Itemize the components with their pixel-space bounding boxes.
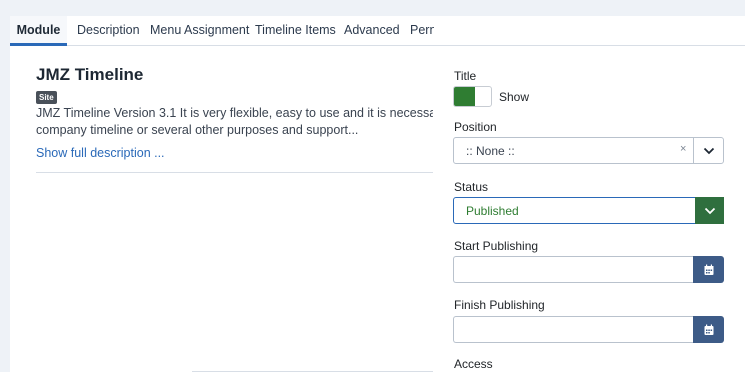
status-label: Status — [454, 180, 489, 194]
position-value: :: None :: — [466, 144, 515, 158]
position-dropdown-toggle[interactable] — [693, 138, 723, 163]
start-publishing-calendar-button[interactable] — [693, 256, 724, 283]
site-badge: Site — [36, 91, 57, 104]
start-publishing-input[interactable] — [453, 256, 694, 283]
status-value: Published — [466, 204, 519, 218]
module-edit-panel: Module Description Menu Assignment Timel… — [10, 16, 745, 372]
finish-publishing-calendar-button[interactable] — [693, 316, 724, 343]
tab-advanced[interactable]: Advanced — [344, 16, 400, 46]
module-description: JMZ Timeline Version 3.1 It is very flex… — [36, 105, 433, 139]
status-select[interactable]: Published — [453, 197, 724, 224]
position-label: Position — [454, 120, 497, 134]
start-publishing-label: Start Publishing — [454, 239, 539, 253]
toggle-show-text: Show — [499, 90, 530, 104]
toggle-on-indicator — [454, 87, 475, 106]
tab-module[interactable]: Module — [10, 16, 67, 46]
position-select[interactable]: :: None :: × — [453, 137, 724, 164]
tab-description[interactable]: Description — [77, 16, 140, 46]
tab-menu-assignment[interactable]: Menu Assignment — [150, 16, 249, 46]
tab-timeline-items[interactable]: Timeline Items — [255, 16, 336, 46]
divider — [36, 172, 433, 173]
calendar-icon — [704, 264, 713, 275]
chevron-down-icon — [704, 207, 715, 214]
access-label: Access — [454, 357, 493, 371]
module-title: JMZ Timeline — [36, 65, 144, 84]
title-label: Title — [454, 69, 477, 83]
finish-publishing-input[interactable] — [453, 316, 694, 343]
description-line-1: JMZ Timeline Version 3.1 It is very flex… — [36, 106, 433, 120]
finish-publishing-label: Finish Publishing — [454, 298, 545, 312]
calendar-icon — [704, 324, 713, 335]
description-line-2: company timeline or several other purpos… — [36, 123, 359, 137]
show-full-description-link[interactable]: Show full description ... — [36, 146, 165, 160]
status-dropdown-toggle[interactable] — [695, 197, 724, 224]
clear-icon[interactable]: × — [680, 143, 686, 155]
tab-permissions[interactable]: Pern — [410, 16, 434, 46]
chevron-down-icon — [703, 147, 714, 154]
tab-bar: Module Description Menu Assignment Timel… — [10, 16, 745, 46]
title-show-toggle[interactable] — [453, 86, 492, 107]
